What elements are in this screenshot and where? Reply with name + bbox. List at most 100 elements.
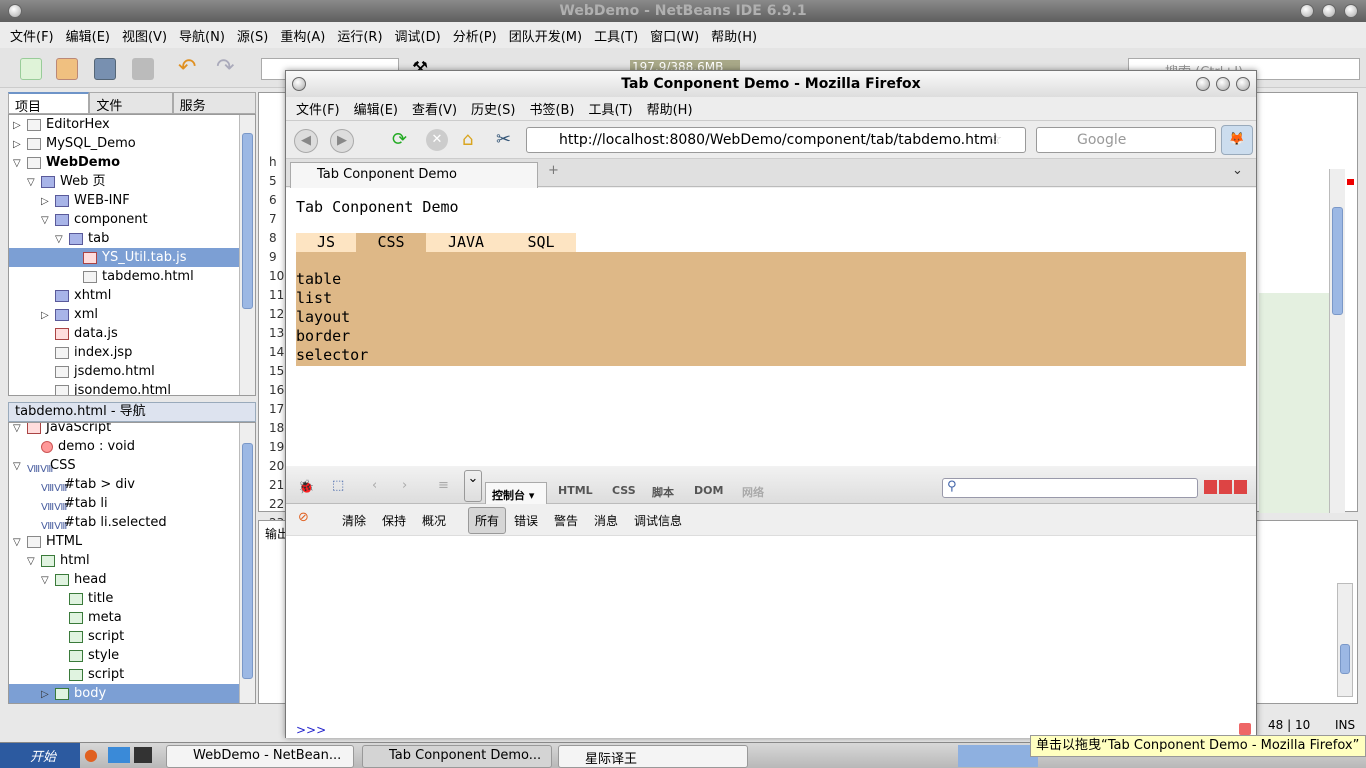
collapse-icon[interactable]: ▽	[27, 552, 39, 571]
console-filter-button[interactable]: 清除	[342, 512, 366, 529]
menu-item[interactable]: 视图(V)	[122, 26, 167, 45]
collapse-icon[interactable]: ▽	[13, 533, 25, 552]
tree-item[interactable]: ▽ WebDemo	[9, 153, 255, 172]
menu-item[interactable]: 工具(T)	[594, 26, 638, 45]
window-menu-button[interactable]	[292, 77, 306, 91]
undo-icon[interactable]: ↶	[178, 57, 200, 80]
panel-tab[interactable]: 文件	[89, 92, 173, 114]
tree-item[interactable]: ▷ WEB-INF	[9, 191, 255, 210]
expand-icon[interactable]: ▷	[41, 306, 53, 325]
cut-icon[interactable]: ✂	[496, 129, 511, 150]
menu-item[interactable]: 团队开发(M)	[509, 26, 582, 45]
output-scrollbar[interactable]	[1337, 583, 1353, 697]
tree-item[interactable]: style	[9, 646, 255, 665]
tree-item[interactable]: ▽ JavaScript	[9, 423, 255, 438]
collapse-icon[interactable]: ▽	[13, 457, 25, 476]
open-project-icon[interactable]	[94, 58, 116, 80]
firebug-search[interactable]: ⚲	[942, 478, 1198, 498]
window-menu-button[interactable]	[8, 4, 22, 18]
menu-item[interactable]: 分析(P)	[453, 26, 497, 45]
tree-item[interactable]: xhtml	[9, 286, 255, 305]
tree-item[interactable]: title	[9, 589, 255, 608]
taskbar-task[interactable]: Tab Conponent Demo...	[362, 745, 552, 768]
collapse-icon[interactable]: ▽	[41, 571, 53, 590]
console-level-button[interactable]: 所有	[468, 507, 507, 534]
expand-icon[interactable]: ▷	[41, 192, 53, 211]
console-level-button[interactable]: 调试信息	[634, 512, 682, 529]
new-file-icon[interactable]	[20, 58, 42, 80]
menu-item[interactable]: 导航(N)	[179, 26, 225, 45]
taskbar-task[interactable]: WebDemo - NetBean...	[166, 745, 354, 768]
firebug-tab[interactable]: CSS	[612, 484, 636, 497]
console-level-button[interactable]: 消息	[594, 512, 618, 529]
menu-item[interactable]: 帮助(H)	[711, 26, 757, 45]
redo-icon[interactable]: ↷	[216, 57, 238, 80]
demo-tab-css[interactable]: CSS	[356, 233, 426, 252]
tree-item[interactable]: ▽ HTML	[9, 532, 255, 551]
collapse-icon[interactable]: ▽	[27, 173, 39, 192]
maximize-button[interactable]	[1322, 4, 1336, 18]
inspect-icon[interactable]: ⬚	[332, 478, 344, 493]
clear-console-icon[interactable]: ⊘	[298, 510, 309, 525]
console-level-button[interactable]: 错误	[514, 512, 538, 529]
menu-item[interactable]: 帮助(H)	[647, 99, 693, 118]
menu-item[interactable]: 编辑(E)	[66, 26, 110, 45]
tree-item[interactable]: ▽ head	[9, 570, 255, 589]
forward-icon[interactable]: ›	[402, 478, 407, 493]
firebug-tab[interactable]: HTML	[558, 484, 593, 497]
stop-icon[interactable]: ✕	[426, 129, 448, 151]
firebug-fox-icon[interactable]: 🦊	[1221, 125, 1253, 155]
tree-item[interactable]: ▽ Web 页	[9, 172, 255, 191]
tree-item[interactable]: tabdemo.html	[9, 267, 255, 286]
search-input[interactable]: Google	[1036, 127, 1216, 153]
menu-item[interactable]: 调试(D)	[395, 26, 441, 45]
tree-item[interactable]: data.js	[9, 324, 255, 343]
back-icon[interactable]: ‹	[372, 478, 377, 493]
save-all-icon[interactable]	[132, 58, 154, 80]
expand-icon[interactable]: ▷	[13, 116, 25, 135]
console-level-button[interactable]: 警告	[554, 512, 578, 529]
expand-icon[interactable]: ▷	[41, 685, 53, 703]
demo-tab-js[interactable]: JS	[296, 233, 356, 252]
menu-item[interactable]: 文件(F)	[296, 99, 340, 118]
new-project-icon[interactable]	[56, 58, 78, 80]
reload-icon[interactable]: ⟳	[392, 129, 407, 150]
tree-item[interactable]: script	[9, 627, 255, 646]
firefox-launcher-icon[interactable]: ●	[84, 745, 98, 764]
menu-item[interactable]: 文件(F)	[10, 26, 54, 45]
firebug-window-controls[interactable]	[1204, 480, 1248, 494]
forward-button[interactable]: ▶	[330, 129, 354, 153]
collapse-icon[interactable]: ▽	[13, 423, 25, 438]
maximize-button[interactable]	[1216, 77, 1230, 91]
terminal-icon[interactable]	[134, 747, 152, 763]
tree-item[interactable]: script	[9, 665, 255, 684]
tree-item[interactable]: ▽ tab	[9, 229, 255, 248]
menu-item[interactable]: 历史(S)	[471, 99, 515, 118]
tree-item[interactable]: demo : void	[9, 437, 255, 456]
tree-item[interactable]: jsdemo.html	[9, 362, 255, 381]
tree-item[interactable]: meta	[9, 608, 255, 627]
minimize-button[interactable]	[1196, 77, 1210, 91]
collapse-icon[interactable]: ▽	[55, 230, 67, 249]
firebug-tab[interactable]: 脚本	[652, 484, 674, 500]
close-button[interactable]	[1344, 4, 1358, 18]
tree-item[interactable]: ▽ ⅧⅧCSS	[9, 456, 255, 475]
tab-list-icon[interactable]: ⌄	[1232, 163, 1243, 178]
new-tab-icon[interactable]: +	[548, 163, 559, 178]
console-filter-button[interactable]: 保持	[382, 512, 406, 529]
command-prompt[interactable]: >>>	[296, 723, 326, 737]
menu-item[interactable]: 工具(T)	[589, 99, 633, 118]
url-bar[interactable]: http://localhost:8080/WebDemo/component/…	[526, 127, 1026, 153]
collapse-icon[interactable]: ▽	[13, 154, 25, 173]
expand-icon[interactable]: ▷	[13, 135, 25, 154]
tree-item[interactable]: ▷ xml	[9, 305, 255, 324]
minimize-button[interactable]	[1300, 4, 1314, 18]
panel-menu-button[interactable]: ⌄	[464, 470, 482, 502]
menu-item[interactable]: 重构(A)	[280, 26, 325, 45]
tree-item[interactable]: YS_Util.tab.js	[9, 248, 255, 267]
firebug-tab[interactable]: DOM	[694, 484, 723, 497]
panel-tab[interactable]: 服务	[172, 92, 256, 114]
desktop-icon[interactable]	[108, 747, 130, 763]
menu-item[interactable]: 源(S)	[237, 26, 268, 45]
panel-tab[interactable]: 项目	[8, 92, 90, 115]
